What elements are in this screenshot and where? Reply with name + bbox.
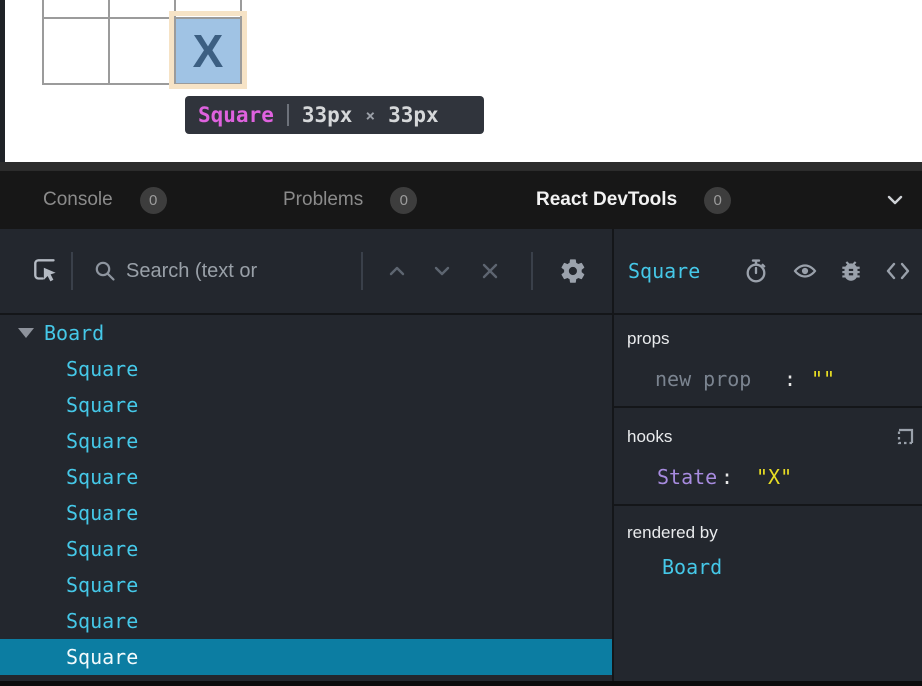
inspect-element-icon[interactable] xyxy=(30,229,62,313)
tree-item-board[interactable]: Board xyxy=(0,315,612,351)
components-tree: Board Square Square Square Square Square… xyxy=(0,315,612,681)
details-panel-header: Square xyxy=(614,229,922,313)
code-brackets-icon[interactable] xyxy=(885,258,911,284)
board-cell[interactable] xyxy=(108,17,174,83)
window-edge xyxy=(0,0,5,162)
board-cell[interactable] xyxy=(42,17,108,83)
props-row: new prop : "" xyxy=(614,367,922,397)
tree-item-square[interactable]: Square xyxy=(0,603,612,639)
tree-item-label: Square xyxy=(66,501,138,525)
board-cell[interactable] xyxy=(174,0,240,17)
hooks-row: State : "X" xyxy=(614,465,922,495)
tree-item-square[interactable]: Square xyxy=(0,459,612,495)
gear-icon[interactable] xyxy=(558,229,588,313)
tab-label: Console xyxy=(43,189,113,211)
tab-console[interactable]: Console 0 xyxy=(43,171,167,229)
devtools-top-border[interactable] xyxy=(0,162,922,171)
tooltip-divider xyxy=(287,104,289,126)
chevron-down-icon[interactable] xyxy=(430,229,454,313)
tree-item-square[interactable]: Square xyxy=(0,531,612,567)
tree-item-square[interactable]: Square xyxy=(0,567,612,603)
chevron-expander-icon[interactable] xyxy=(18,328,34,338)
tab-react-devtools[interactable]: React DevTools 0 xyxy=(536,171,731,229)
tree-item-label: Square xyxy=(66,429,138,453)
tooltip-component-name: Square xyxy=(198,103,274,127)
bug-icon[interactable] xyxy=(838,258,864,284)
details-panel: props new prop : "" hooks State : "X" re… xyxy=(614,315,922,681)
props-colon: : xyxy=(784,367,796,391)
hooks-section-label: hooks xyxy=(627,427,672,447)
inspect-tooltip: Square 33px × 33px xyxy=(185,96,484,134)
tree-item-label: Square xyxy=(66,465,138,489)
tooltip-width: 33px xyxy=(302,103,353,127)
react-devtools-count-badge: 0 xyxy=(704,187,731,214)
tree-item-label: Square xyxy=(66,645,138,669)
tree-item-label: Square xyxy=(66,609,138,633)
tree-item-square[interactable]: Square xyxy=(0,495,612,531)
new-prop-input[interactable]: new prop xyxy=(655,367,751,391)
tooltip-times-icon: × xyxy=(365,106,375,125)
tree-item-square[interactable]: Square xyxy=(0,387,612,423)
tree-item-label: Square xyxy=(66,573,138,597)
toolbar-divider xyxy=(361,252,363,290)
board-cell[interactable] xyxy=(108,0,174,17)
tree-item-label: Board xyxy=(44,321,104,345)
tree-item-label: Square xyxy=(66,357,138,381)
tab-label: Problems xyxy=(283,189,363,211)
section-divider xyxy=(614,504,922,506)
hook-state-key[interactable]: State xyxy=(657,465,717,489)
board-cell[interactable] xyxy=(42,0,108,17)
prop-value[interactable]: "" xyxy=(811,367,835,391)
close-icon[interactable] xyxy=(478,229,502,313)
problems-count-badge: 0 xyxy=(390,187,417,214)
devtools-tabbar: Console 0 Problems 0 React DevTools 0 xyxy=(0,171,922,229)
chevron-up-icon[interactable] xyxy=(385,229,409,313)
screen: X Square 33px × 33px Console 0 Problems … xyxy=(0,0,922,686)
props-section-label: props xyxy=(627,329,670,349)
rendered-by-board-link[interactable]: Board xyxy=(662,555,722,579)
tree-item-label: Square xyxy=(66,537,138,561)
selected-component-title: Square xyxy=(628,259,700,283)
tooltip-height: 33px xyxy=(388,103,439,127)
inspected-page: X Square 33px × 33px xyxy=(0,0,922,162)
square-mark: X xyxy=(193,28,224,74)
tab-label: React DevTools xyxy=(536,189,677,211)
tree-item-square[interactable]: Square xyxy=(0,423,612,459)
tree-item-square[interactable]: Square xyxy=(0,351,612,387)
rendered-by-section-label: rendered by xyxy=(627,523,718,543)
parse-hook-names-icon[interactable] xyxy=(893,425,919,451)
hook-state-value[interactable]: "X" xyxy=(756,465,792,489)
game-board: X xyxy=(42,0,242,85)
section-divider xyxy=(614,406,922,408)
hooks-colon: : xyxy=(721,465,733,489)
stopwatch-icon[interactable] xyxy=(743,258,769,284)
tree-item-square-selected[interactable]: Square xyxy=(0,639,612,675)
board-cell-highlighted[interactable]: X xyxy=(174,17,240,83)
toolbar-divider xyxy=(71,252,73,290)
eye-icon[interactable] xyxy=(792,258,818,284)
toolbar-divider xyxy=(531,252,533,290)
chevron-down-icon[interactable] xyxy=(884,189,906,211)
console-count-badge: 0 xyxy=(140,187,167,214)
search-icon xyxy=(92,229,118,313)
tree-item-label: Square xyxy=(66,393,138,417)
search-input[interactable] xyxy=(126,251,354,291)
window-bottom-edge xyxy=(0,681,922,686)
tab-problems[interactable]: Problems 0 xyxy=(283,171,417,229)
